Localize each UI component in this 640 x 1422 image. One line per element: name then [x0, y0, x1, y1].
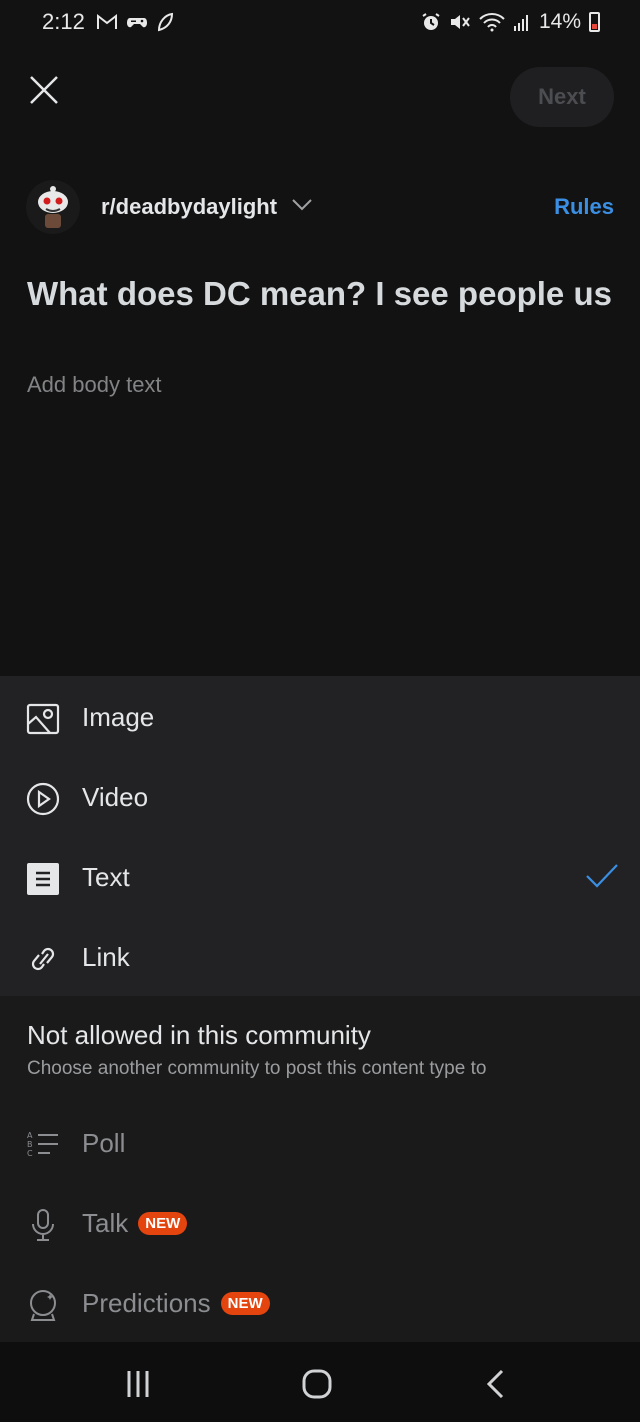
mute-icon: [450, 15, 470, 29]
close-icon: [30, 76, 58, 104]
post-type-label: Video: [82, 782, 149, 812]
recent-apps-icon: [127, 1371, 149, 1397]
post-type-text[interactable]: Text: [0, 838, 640, 918]
close-button[interactable]: [26, 72, 62, 108]
community-avatar: [26, 180, 80, 234]
disallowed-subtitle: Choose another community to post this co…: [27, 1058, 487, 1079]
community-avatar-icon: [26, 180, 80, 234]
back-icon: [486, 1369, 504, 1399]
status-time: 2:12: [42, 9, 85, 34]
post-type-label: Predictions NEW: [82, 1288, 270, 1319]
post-type-image[interactable]: Image: [0, 678, 640, 758]
status-notification-icons: [96, 12, 174, 32]
post-type-predictions: Predictions NEW: [0, 1266, 640, 1346]
back-button[interactable]: [472, 1362, 520, 1406]
game-controller-icon: [127, 18, 147, 28]
post-type-video[interactable]: Video: [0, 758, 640, 838]
disallowed-section: Not allowed in this community Choose ano…: [0, 996, 640, 1342]
svg-text:B: B: [27, 1140, 33, 1149]
post-type-panel: Image Video Text Link: [0, 676, 640, 996]
title-input[interactable]: What does DC mean? I see people us: [27, 270, 613, 318]
post-type-label: Text: [82, 862, 130, 892]
svg-text:A: A: [27, 1131, 33, 1140]
crystal-ball-icon: [30, 1290, 56, 1321]
wifi-icon: [479, 13, 505, 32]
new-badge: NEW: [220, 1292, 270, 1315]
title-text: What does DC mean? I see people us: [27, 275, 612, 312]
video-icon: [26, 782, 60, 816]
battery-icon: [589, 12, 600, 32]
home-icon: [302, 1369, 332, 1399]
gmail-icon: [97, 13, 117, 29]
post-type-label: Image: [82, 702, 155, 732]
next-button[interactable]: Next: [510, 67, 614, 127]
leaf-icon: [157, 12, 174, 32]
svg-text:C: C: [27, 1149, 33, 1158]
alarm-icon: [422, 13, 440, 30]
rules-link[interactable]: Rules: [554, 194, 614, 220]
community-name[interactable]: r/deadbydaylight: [101, 194, 277, 220]
text-icon: [27, 863, 59, 895]
disallowed-title: Not allowed in this community: [27, 1020, 371, 1050]
post-type-poll: ABC Poll: [0, 1106, 640, 1186]
home-button[interactable]: [293, 1362, 341, 1406]
battery-percent: 14%: [538, 10, 581, 33]
chevron-down-icon[interactable]: [291, 198, 313, 212]
recent-apps-button[interactable]: [114, 1362, 162, 1406]
new-badge: NEW: [138, 1212, 188, 1235]
system-navigation-bar: [0, 1342, 640, 1422]
status-bar: 2:12 14%: [0, 0, 640, 48]
link-icon: [31, 947, 55, 971]
post-type-label: Link: [82, 942, 130, 972]
post-type-label: Poll: [82, 1128, 126, 1158]
post-type-talk: Talk NEW: [0, 1186, 640, 1266]
predictions-label: Predictions: [82, 1288, 211, 1318]
signal-icon: [513, 15, 528, 31]
talk-label: Talk: [82, 1208, 129, 1238]
microphone-icon: [32, 1209, 54, 1241]
body-text-input[interactable]: Add body text: [27, 372, 162, 398]
checkmark-icon: [586, 864, 618, 888]
post-type-label: Talk NEW: [82, 1208, 188, 1239]
poll-icon: ABC: [27, 1131, 58, 1158]
image-icon: [26, 703, 60, 735]
status-system-icons: 14%: [421, 10, 600, 34]
post-type-link[interactable]: Link: [0, 918, 640, 998]
community-selector[interactable]: r/deadbydaylight Rules: [26, 180, 614, 236]
